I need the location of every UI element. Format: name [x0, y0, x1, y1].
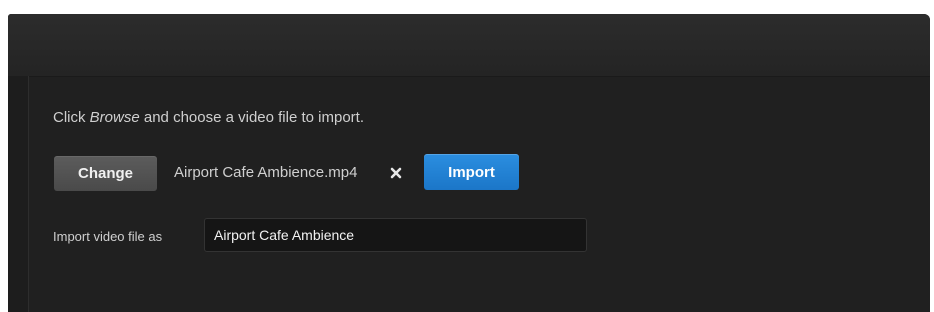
close-icon	[390, 167, 402, 179]
dialog-header	[8, 14, 930, 77]
instruction-browse-emphasis: Browse	[89, 109, 140, 126]
instruction-prefix: Click	[53, 109, 90, 126]
remove-file-button[interactable]	[387, 164, 405, 182]
import-as-label: Import video file as	[53, 229, 163, 244]
left-rail	[8, 76, 29, 312]
import-as-input[interactable]	[204, 218, 587, 252]
import-button[interactable]: Import	[424, 154, 519, 190]
import-video-dialog: Click Browse and choose a video file to …	[8, 14, 930, 312]
change-button[interactable]: Change	[54, 156, 157, 191]
instruction-text: Click Browse and choose a video file to …	[53, 109, 364, 126]
selected-file-name: Airport Cafe Ambience.mp4	[174, 164, 358, 181]
instruction-suffix: and choose a video file to import.	[139, 109, 364, 126]
